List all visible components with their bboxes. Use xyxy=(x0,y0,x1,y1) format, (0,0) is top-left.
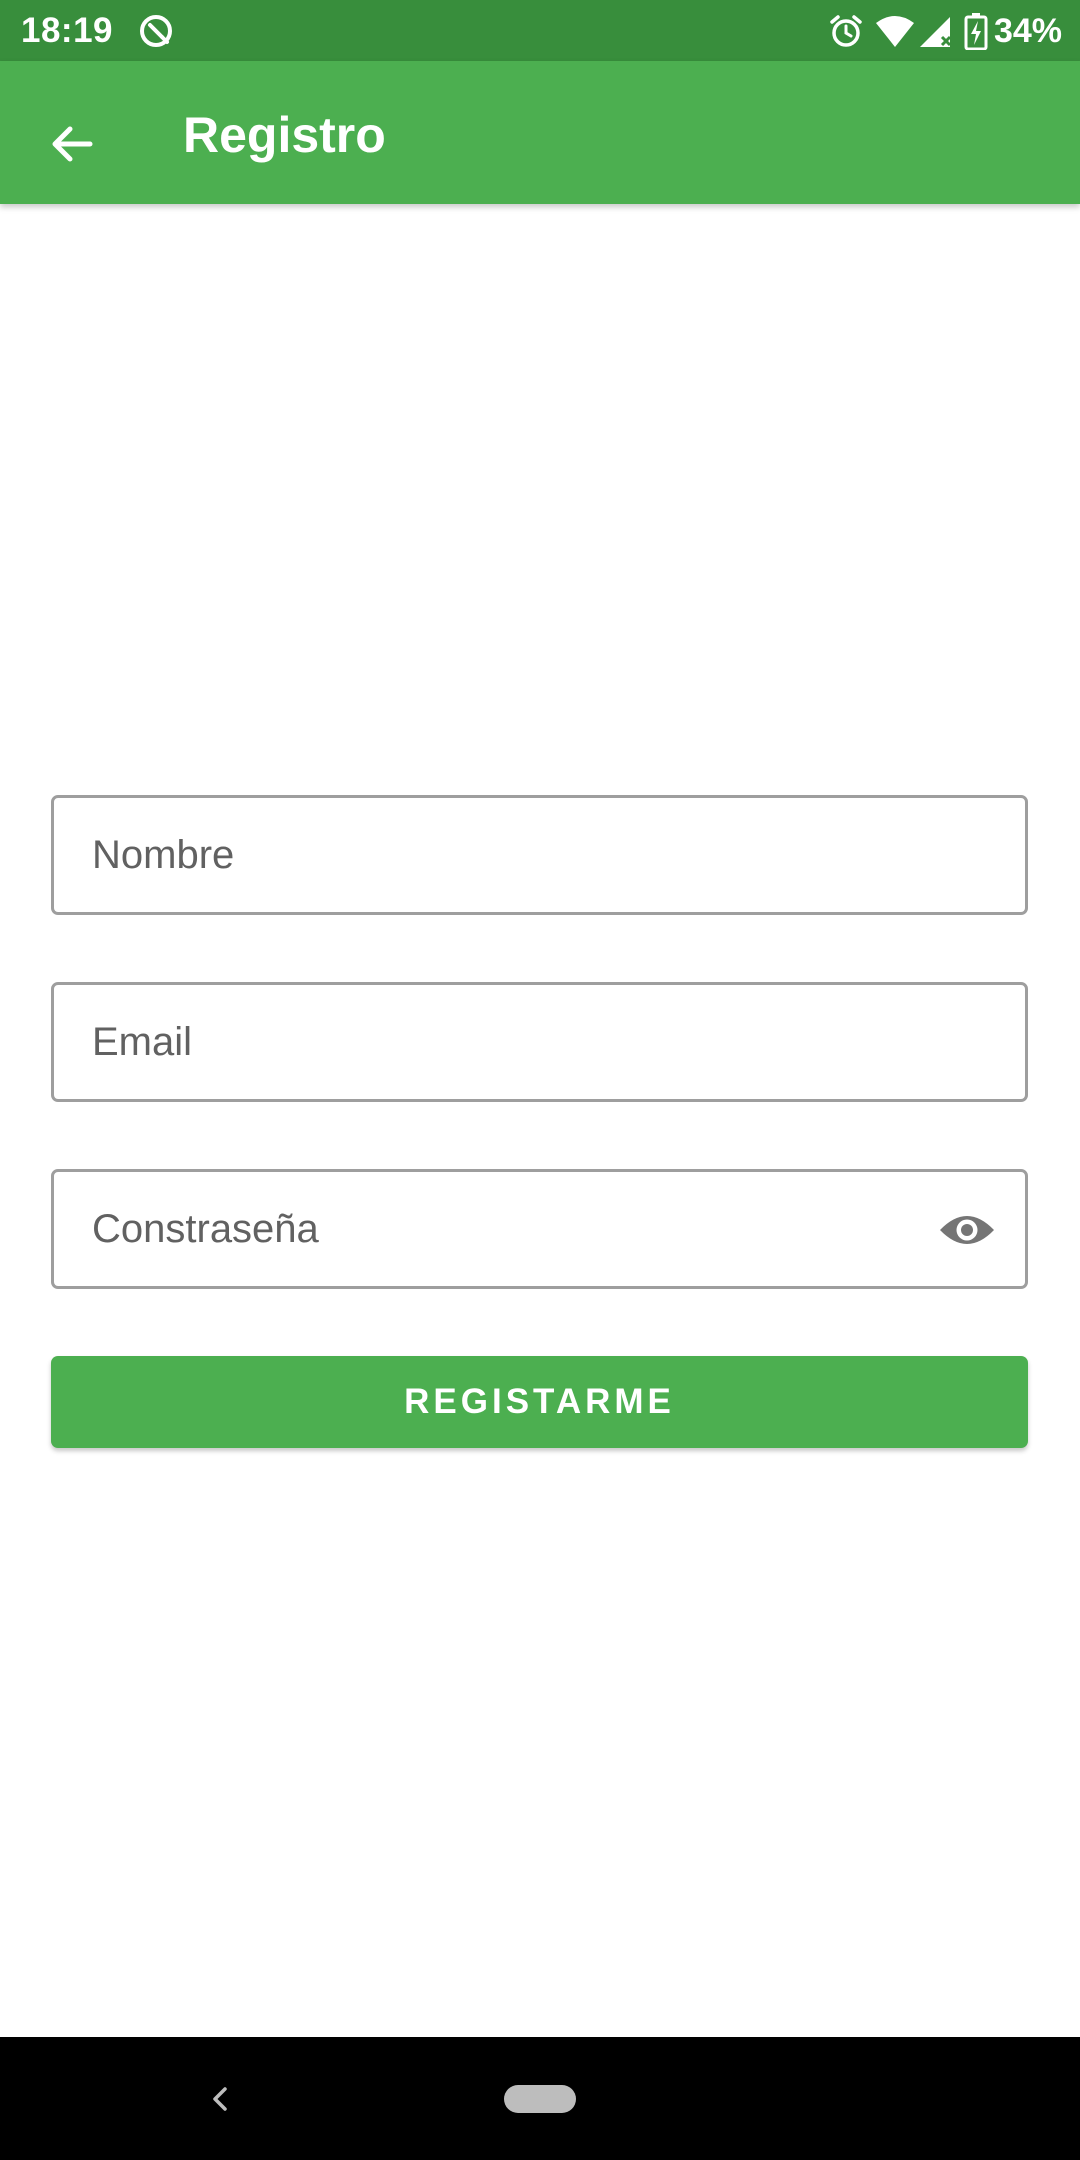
battery-percentage: 34% xyxy=(993,12,1062,50)
navigation-bar xyxy=(0,2037,1080,2160)
wifi-icon xyxy=(875,16,914,47)
page-title: Registro xyxy=(183,107,386,163)
cell-signal-icon xyxy=(919,17,951,47)
password-input[interactable] xyxy=(92,1172,912,1286)
status-time: 18:19 xyxy=(21,11,114,50)
back-button[interactable] xyxy=(26,99,116,189)
email-field[interactable] xyxy=(51,982,1028,1102)
register-button[interactable]: REGISTARME xyxy=(51,1356,1028,1448)
status-bar: 18:19 34% xyxy=(0,0,1080,61)
arrow-back-icon xyxy=(52,126,93,162)
name-field[interactable] xyxy=(51,795,1028,915)
alarm-icon xyxy=(830,15,862,47)
nav-back-icon[interactable] xyxy=(198,2077,242,2121)
nav-home-pill[interactable] xyxy=(504,2085,576,2113)
battery-charging-icon xyxy=(964,13,988,50)
password-field[interactable] xyxy=(51,1169,1028,1289)
password-visibility-toggle[interactable] xyxy=(937,1200,997,1260)
app-notification-icon xyxy=(140,15,172,47)
name-input[interactable] xyxy=(92,798,912,912)
email-input[interactable] xyxy=(92,985,912,1099)
eye-icon xyxy=(940,1216,994,1244)
status-icons: 34% xyxy=(828,8,1062,54)
app-bar: Registro xyxy=(0,61,1080,204)
